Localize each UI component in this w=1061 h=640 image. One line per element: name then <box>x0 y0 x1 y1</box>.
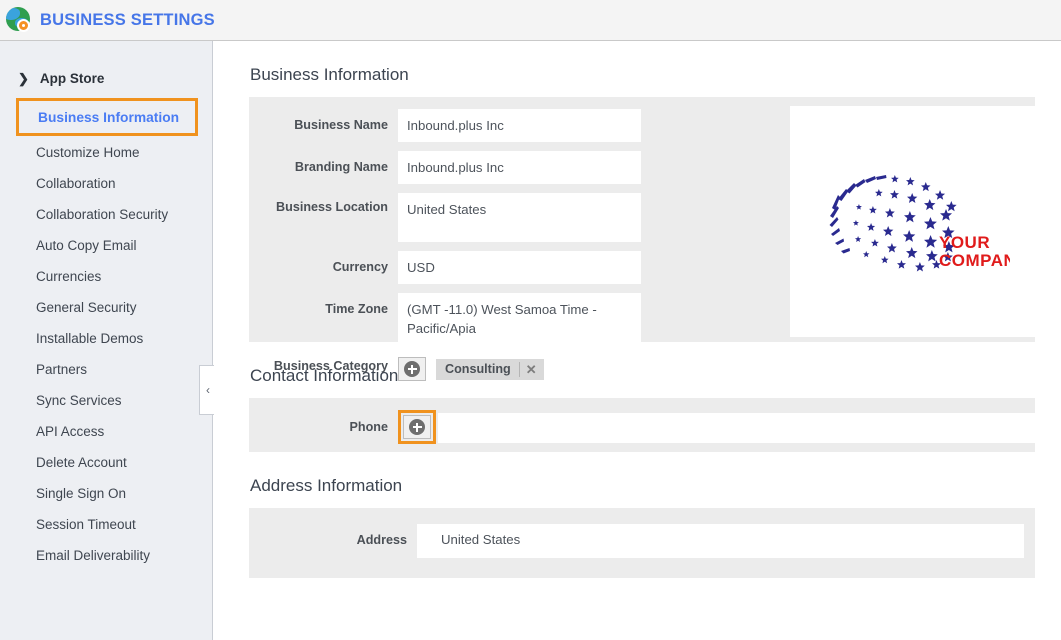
sidebar-item-label: Collaboration <box>36 176 116 191</box>
page-title: BUSINESS SETTINGS <box>40 11 215 30</box>
sidebar-item-label: Collaboration Security <box>36 207 168 222</box>
sidebar-item-label: Session Timeout <box>36 517 136 532</box>
address-information-panel: Address United States <box>249 508 1035 578</box>
currency-input[interactable]: USD <box>398 251 641 284</box>
sidebar-item-collaboration[interactable]: Collaboration <box>0 168 212 198</box>
field-label: Phone <box>249 410 398 436</box>
sidebar-item-label: Single Sign On <box>36 486 126 501</box>
time-zone-input[interactable]: (GMT -11.0) West Samoa Time - Pacific/Ap… <box>398 293 641 342</box>
sidebar-item-general-security[interactable]: General Security <box>0 292 212 322</box>
chevron-left-icon: ‹ <box>206 383 210 397</box>
phone-input[interactable] <box>438 413 1038 443</box>
sidebar-item-email-deliverability[interactable]: Email Deliverability <box>0 540 212 570</box>
sidebar-item-business-information[interactable]: Business Information <box>16 98 198 136</box>
sidebar-item-label: Email Deliverability <box>36 548 150 563</box>
address-input[interactable]: United States <box>417 524 1024 558</box>
field-row-address: Address United States <box>249 524 1035 558</box>
main-content: Business Information Business Name Inbou… <box>214 41 1061 640</box>
sidebar-item-currencies[interactable]: Currencies <box>0 261 212 291</box>
field-label: Currency <box>249 251 398 276</box>
sidebar-item-delete-account[interactable]: Delete Account <box>0 447 212 477</box>
business-category-chip-area[interactable]: Consulting ✕ <box>398 354 1035 384</box>
field-label: Time Zone <box>249 293 398 318</box>
sidebar-item-customize-home[interactable]: Customize Home <box>0 137 212 167</box>
field-label: Branding Name <box>249 151 398 176</box>
plus-icon <box>409 419 425 435</box>
field-label: Business Category <box>249 354 398 375</box>
sidebar-item-label: Partners <box>36 362 87 377</box>
svg-text:COMPANY: COMPANY <box>939 251 1010 270</box>
field-row-phone: Phone <box>249 410 1035 444</box>
sidebar-item-installable-demos[interactable]: Installable Demos <box>0 323 212 353</box>
sidebar-item-label: Business Information <box>38 110 179 125</box>
sidebar-item-label: Sync Services <box>36 393 122 408</box>
sidebar-item-auto-copy-email[interactable]: Auto Copy Email <box>0 230 212 260</box>
contact-information-panel: Phone <box>249 398 1035 452</box>
business-name-input[interactable]: Inbound.plus Inc <box>398 109 641 142</box>
field-label: Business Name <box>249 109 398 134</box>
branding-name-input[interactable]: Inbound.plus Inc <box>398 151 641 184</box>
sidebar-item-label: Auto Copy Email <box>36 238 137 253</box>
remove-chip-icon[interactable]: ✕ <box>526 363 537 376</box>
sidebar-item-collaboration-security[interactable]: Collaboration Security <box>0 199 212 229</box>
phone-add-highlight <box>398 410 436 444</box>
business-category-chip[interactable]: Consulting ✕ <box>436 359 544 380</box>
sidebar: ❯ App Store Business Information Customi… <box>0 41 213 640</box>
sidebar-item-label: Installable Demos <box>36 331 143 346</box>
field-label: Address <box>249 524 417 549</box>
sidebar-group-app-store[interactable]: ❯ App Store <box>0 63 212 93</box>
chip-label: Consulting <box>445 362 511 376</box>
add-phone-button[interactable] <box>403 415 431 439</box>
chevron-right-icon: ❯ <box>18 72 29 85</box>
globe-gear-icon <box>6 7 32 33</box>
business-information-panel: Business Name Inbound.plus Inc Branding … <box>249 97 1035 342</box>
sidebar-item-api-access[interactable]: API Access <box>0 416 212 446</box>
sidebar-item-label: Customize Home <box>36 145 140 160</box>
section-title-address-information: Address Information <box>214 452 1061 508</box>
sidebar-item-partners[interactable]: Partners <box>0 354 212 384</box>
sidebar-item-label: General Security <box>36 300 137 315</box>
section-title-business-information: Business Information <box>214 41 1061 97</box>
chip-divider <box>519 362 520 377</box>
add-business-category-button[interactable] <box>398 357 426 381</box>
field-label: Business Location <box>249 193 398 216</box>
sidebar-item-session-timeout[interactable]: Session Timeout <box>0 509 212 539</box>
field-row-business-category: Business Category Consulting ✕ <box>249 354 1035 384</box>
sidebar-item-sync-services[interactable]: Sync Services <box>0 385 212 415</box>
sidebar-item-label: Delete Account <box>36 455 127 470</box>
app-header: BUSINESS SETTINGS <box>0 0 1061 41</box>
sidebar-item-single-sign-on[interactable]: Single Sign On <box>0 478 212 508</box>
company-logo-image: YOUR COMPANY <box>815 160 1010 284</box>
business-location-input[interactable]: United States <box>398 193 641 242</box>
sidebar-group-label: App Store <box>40 71 105 86</box>
sidebar-item-label: API Access <box>36 424 104 439</box>
svg-text:YOUR: YOUR <box>939 233 990 252</box>
business-logo-container[interactable]: YOUR COMPANY <box>790 106 1035 337</box>
sidebar-item-label: Currencies <box>36 269 101 284</box>
plus-icon <box>404 361 420 377</box>
